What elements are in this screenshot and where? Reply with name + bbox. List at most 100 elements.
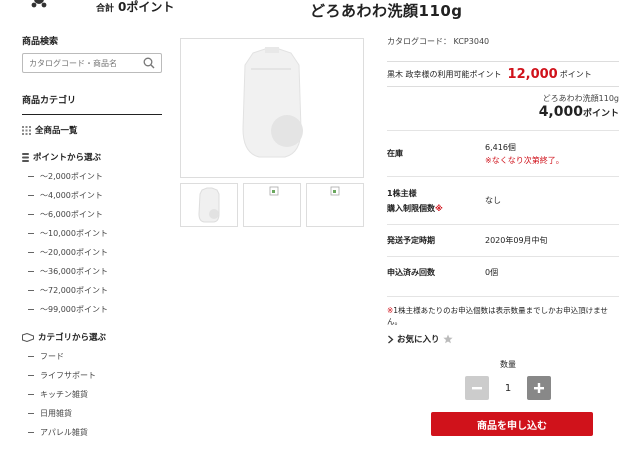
catalog-code: カタログコード： KCP3040 [387,37,490,46]
category-label: アパレル雑貨 [40,428,88,437]
quantity-label: 数量 [500,360,516,369]
point-total: 合計 0ポイント [96,0,174,15]
decrement-button[interactable] [465,376,489,400]
grid-icon [22,125,31,135]
dash-icon [28,394,34,395]
point-range-link[interactable]: ～10,000ポイント [22,224,162,243]
limit-label-cell: 1株主様 購入制限個数※ [387,177,485,224]
stock-value-cell: 6,416個 ※なくなり次第終了。 [485,131,619,176]
product-details: カタログコード： KCP3040 黒木 政幸様の利用可能ポイント 12,000 ポイ… [387,36,619,436]
ship-label: 発送予定時期 [387,236,435,245]
broken-image-icon [330,186,340,196]
available-points-line: 黒木 政幸様の利用可能ポイント 12,000 ポイント [387,61,619,87]
point-range-label: ～10,000ポイント [40,229,108,238]
total-label: 合計 [96,4,115,14]
divider [22,114,162,115]
point-range-link[interactable]: ～4,000ポイント [22,186,162,205]
all-items-link[interactable]: 全商品一覧 [22,121,162,139]
category-select-label: カテゴリから選ぶ [38,333,107,343]
category-link[interactable]: アパレル雑貨 [22,423,162,442]
sidebar: 商品検索 商品カテゴリ 全商品一覧 ポイントから選ぶ ～2,000ポイント ～4… [22,34,162,442]
product-thumbnail[interactable] [306,183,364,227]
quantity-value[interactable]: 1 [503,383,513,394]
all-items-label: 全商品一覧 [35,126,78,136]
ship-row: 発送予定時期 2020年09月中旬 [387,224,619,256]
favorite-label: お気に入り [397,335,440,345]
available-points-value: 12,000 [507,66,558,82]
order-button[interactable]: 商品を申し込む [431,412,593,436]
point-range-link[interactable]: ～6,000ポイント [22,205,162,224]
points-heading-label: ポイントから選ぶ [33,153,102,163]
category-link[interactable]: フード [22,347,162,366]
price-value: 4,000 [538,104,583,120]
product-main-image [180,38,364,178]
star-icon [442,334,453,344]
category-heading: 商品カテゴリ [22,96,77,106]
tag-icon [22,332,34,342]
search-box [22,53,162,73]
dash-icon [28,375,34,376]
point-range-label: ～99,000ポイント [40,305,108,314]
dash-icon [28,290,34,291]
point-range-label: ～20,000ポイント [40,248,108,257]
category-label: フード [40,352,64,361]
available-points-prefix: 黒木 政幸様の利用可能ポイント [387,69,502,79]
product-thumbnail[interactable] [180,183,238,227]
category-label: ライフサポート [40,371,96,380]
broken-image-icon [269,186,279,196]
applied-row: 申込済み回数 0個 [387,256,619,288]
category-link[interactable]: キッチン雑貨 [22,385,162,404]
price-block: どろあわわ洗顔110g 4,000ポイント [387,93,619,120]
dash-icon [28,176,34,177]
price: 4,000ポイント [387,104,619,120]
product-pouch-thumb [198,187,220,223]
point-range-link[interactable]: ～2,000ポイント [22,167,162,186]
point-range-label: ～36,000ポイント [40,267,108,276]
applied-value: 0個 [485,268,499,277]
dash-icon [28,432,34,433]
category-link[interactable]: 日用雑貨 [22,404,162,423]
point-range-link[interactable]: ～36,000ポイント [22,262,162,281]
price-unit: ポイント [582,109,619,119]
product-pouch-image [242,47,303,158]
plus-icon [534,383,544,393]
category-link[interactable]: ライフサポート [22,366,162,385]
product-thumbnail[interactable] [243,183,301,227]
product-title: どろあわわ洗顔110g [310,2,463,20]
favorite-link[interactable]: お気に入り [387,333,619,345]
category-select-heading: カテゴリから選ぶ [22,331,162,343]
dash-icon [28,271,34,272]
point-range-link[interactable]: ～20,000ポイント [22,243,162,262]
dash-icon [28,233,34,234]
category-label: キッチン雑貨 [40,390,88,399]
total-value: 0ポイント [118,0,175,14]
search-icon[interactable] [143,57,155,69]
dash-icon [28,309,34,310]
category-label: 日用雑貨 [40,409,72,418]
minus-icon [472,387,482,390]
ship-value: 2020年09月中旬 [485,236,548,245]
limit-row: 1株主様 購入制限個数※ なし [387,176,619,224]
limit-label-2: 購入制限個数 [387,203,435,213]
search-input[interactable] [23,54,135,72]
point-range-label: ～4,000ポイント [40,191,103,200]
coin-stack-icon [22,152,29,162]
limit-value: なし [485,196,501,205]
increment-button[interactable] [527,376,551,400]
dash-icon [28,214,34,215]
point-range-link[interactable]: ～99,000ポイント [22,300,162,319]
quantity-stepper: 1 [387,376,619,400]
points-heading: ポイントから選ぶ [22,151,162,163]
stock-label: 在庫 [387,149,403,158]
available-points-suffix: ポイント [559,69,592,79]
stock-row: 在庫 6,416個 ※なくなり次第終了。 [387,130,619,176]
note-text: 1株主様あたりのお申込個数は表示数量までしかお申込頂けません。 [387,306,608,326]
point-range-label: ～2,000ポイント [40,172,103,181]
dash-icon [28,252,34,253]
applied-label: 申込済み回数 [387,268,435,277]
limit-mark: ※ [435,203,443,213]
point-range-link[interactable]: ～72,000ポイント [22,281,162,300]
cart-icon[interactable] [30,0,48,8]
limit-label-1: 1株主様 [387,188,417,198]
dash-icon [28,195,34,196]
